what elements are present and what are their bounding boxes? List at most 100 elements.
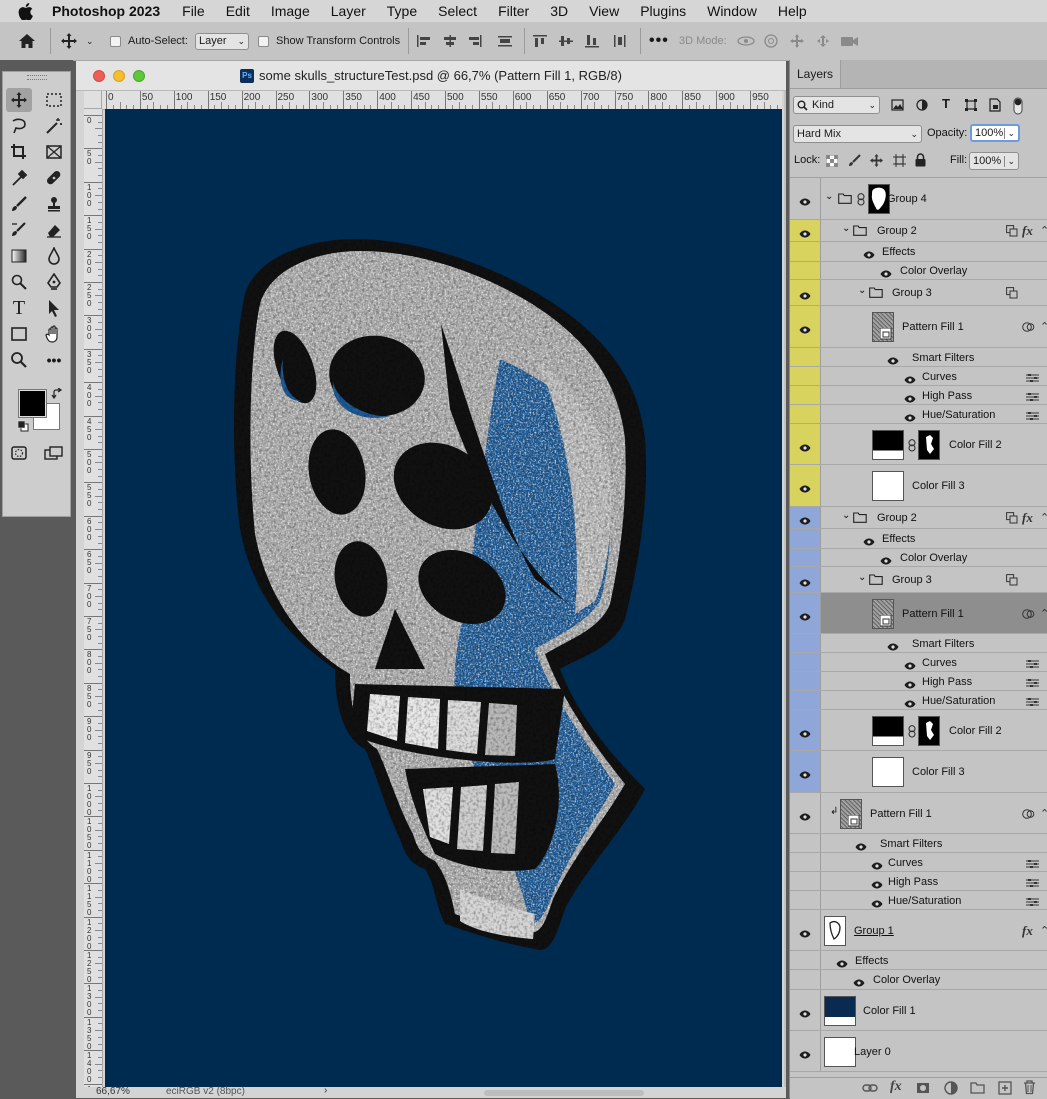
layer-row[interactable]: High Pass — [790, 386, 1047, 405]
pen-tool-icon[interactable] — [41, 270, 67, 294]
visibility-column[interactable] — [790, 891, 821, 909]
layer-name[interactable]: Color Fill 3 — [912, 465, 965, 507]
layer-name[interactable]: Hue/Saturation — [922, 405, 995, 424]
new-layer-icon[interactable] — [998, 1081, 1012, 1098]
layer-name[interactable]: Group 2 — [877, 507, 917, 529]
eye-icon[interactable] — [799, 482, 811, 493]
layer-name[interactable]: Pattern Fill 1 — [902, 593, 964, 634]
blur-tool-icon[interactable] — [41, 244, 67, 268]
layer-name[interactable]: Hue/Saturation — [888, 891, 961, 910]
layer-row[interactable]: ⌄ Group 3 — [790, 280, 1047, 306]
default-colors-icon[interactable] — [17, 420, 29, 435]
visibility-column[interactable] — [790, 348, 821, 366]
zoom-tool-icon[interactable] — [6, 348, 32, 372]
lock-all-icon[interactable] — [915, 153, 926, 170]
visibility-column[interactable] — [790, 970, 821, 989]
layer-name[interactable]: Color Fill 2 — [949, 424, 1002, 465]
eye-icon[interactable] — [887, 640, 899, 650]
move-icon[interactable] — [60, 22, 78, 60]
filter-options-icon[interactable] — [1026, 677, 1039, 691]
opacity-input[interactable]: 100% ⌄ — [970, 124, 1020, 142]
layer-row[interactable]: Smart Filters — [790, 348, 1047, 367]
lasso-tool-icon[interactable] — [6, 114, 32, 138]
layer-row[interactable]: Color Overlay — [790, 970, 1047, 990]
filter-options-icon[interactable] — [1026, 391, 1039, 405]
layer-row[interactable]: Effects — [790, 242, 1047, 262]
layer-row[interactable]: Color Fill 3 — [790, 751, 1047, 793]
layer-mask-thumbnail[interactable] — [918, 715, 940, 746]
link-icon[interactable] — [908, 438, 916, 455]
filter-options-icon[interactable] — [1026, 858, 1039, 872]
rectangle-tool-icon[interactable] — [6, 322, 32, 346]
collapse-effects-icon[interactable]: ⌃ — [1040, 511, 1047, 524]
lock-transparent-icon[interactable] — [825, 154, 839, 170]
chevron-down-icon[interactable]: ⌄ — [858, 572, 866, 583]
collapse-filters-icon[interactable]: ⌃ — [1040, 807, 1047, 820]
chevron-down-icon[interactable]: ⌄ — [842, 510, 850, 521]
filter-options-icon[interactable] — [1026, 877, 1039, 891]
hand-tool-icon[interactable] — [41, 322, 67, 346]
layer-name[interactable]: Pattern Fill 1 — [870, 793, 932, 834]
add-style-fx-icon[interactable]: fx — [890, 1079, 902, 1095]
layer-name[interactable]: Effects — [882, 529, 915, 549]
visibility-column[interactable] — [790, 242, 821, 261]
menu-layer[interactable]: Layer — [331, 3, 366, 19]
layer-name[interactable]: Hue/Saturation — [922, 691, 995, 710]
filter-kind-dropdown[interactable]: Kind ⌄ — [793, 96, 880, 114]
3d-camera-icon[interactable] — [840, 22, 860, 60]
layer-row[interactable]: Curves — [790, 367, 1047, 386]
menu-view[interactable]: View — [589, 3, 619, 19]
chevron-down-icon[interactable]: ⌄ — [858, 285, 866, 296]
eye-icon[interactable] — [904, 659, 916, 669]
fx-icon[interactable]: fx — [1022, 223, 1033, 239]
layer-row[interactable]: Group 1 fx ⌃ — [790, 910, 1047, 951]
eye-icon[interactable] — [799, 1048, 811, 1058]
menu-file[interactable]: File — [182, 3, 205, 19]
eye-icon[interactable] — [799, 227, 811, 238]
eye-icon[interactable] — [799, 576, 811, 587]
show-transform-checkbox[interactable] — [258, 22, 269, 60]
layer-row[interactable]: ↲ Pattern Fill 1 ⌃ — [790, 793, 1047, 834]
layer-name[interactable]: Smart Filters — [912, 634, 974, 653]
layer-row[interactable]: ⌄ Group 2 fx ⌃ — [790, 220, 1047, 242]
canvas[interactable] — [105, 109, 782, 1087]
menu-window[interactable]: Window — [707, 3, 757, 19]
layer-name[interactable]: Color Overlay — [900, 549, 967, 567]
eye-icon[interactable] — [799, 927, 811, 937]
filter-smart-object-icon[interactable] — [989, 98, 1001, 115]
layer-name[interactable]: High Pass — [888, 872, 938, 891]
crop-tool-icon[interactable] — [6, 140, 32, 164]
eye-icon[interactable] — [799, 768, 811, 779]
auto-select-dropdown[interactable]: Layer ⌄ — [195, 22, 249, 60]
magic-wand-tool-icon[interactable] — [41, 114, 67, 138]
brush-tool-icon[interactable] — [6, 192, 32, 216]
type-tool-icon[interactable]: T — [6, 296, 32, 320]
new-group-icon[interactable] — [970, 1081, 985, 1097]
visibility-column[interactable] — [790, 405, 821, 423]
layer-row[interactable]: ⌄ Group 4 — [790, 178, 1047, 220]
menu-image[interactable]: Image — [271, 3, 310, 19]
eye-icon[interactable] — [799, 810, 811, 820]
foreground-color-swatch[interactable] — [18, 389, 47, 418]
eye-icon[interactable] — [799, 289, 811, 300]
filter-options-icon[interactable] — [1026, 696, 1039, 710]
layer-row[interactable]: High Pass — [790, 872, 1047, 891]
eye-icon[interactable] — [904, 373, 916, 383]
new-adjustment-icon[interactable] — [944, 1081, 958, 1098]
auto-select-checkbox[interactable] — [110, 22, 121, 60]
eye-icon[interactable] — [863, 248, 875, 259]
collapse-effects-icon[interactable]: ⌃ — [1040, 224, 1047, 237]
layer-row[interactable]: Color Overlay — [790, 549, 1047, 567]
layer-row[interactable]: Curves — [790, 653, 1047, 672]
frame-tool-icon[interactable] — [41, 140, 67, 164]
3d-pan-icon[interactable] — [789, 22, 805, 60]
visibility-column[interactable] — [790, 672, 821, 690]
layer-name[interactable]: Color Fill 2 — [949, 710, 1002, 751]
stamp-tool-icon[interactable] — [41, 192, 67, 216]
eye-icon[interactable] — [855, 840, 867, 850]
layer-row[interactable]: Effects — [790, 951, 1047, 970]
eye-icon[interactable] — [904, 392, 916, 402]
menu-help[interactable]: Help — [778, 3, 807, 19]
visibility-column[interactable] — [790, 262, 821, 279]
layer-row[interactable]: Hue/Saturation — [790, 891, 1047, 910]
